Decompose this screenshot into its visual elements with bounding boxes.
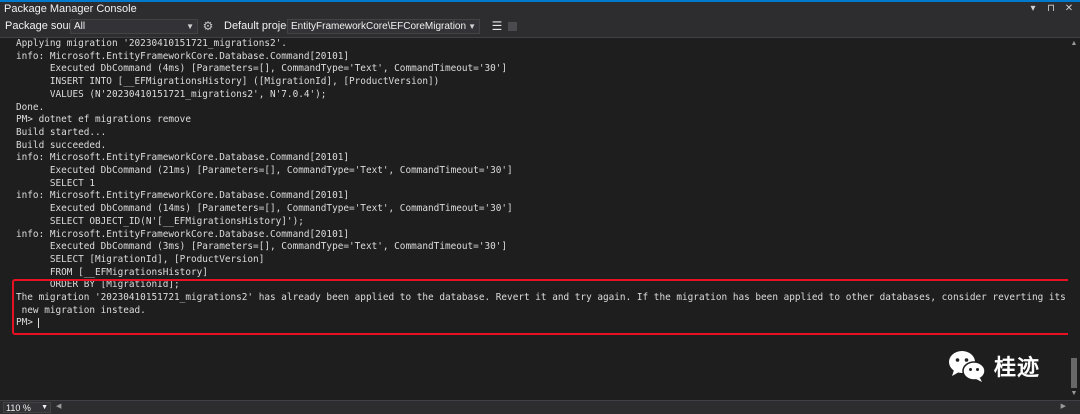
console-line: Build succeeded. [16, 139, 107, 151]
console-line: info: Microsoft.EntityFrameworkCore.Data… [16, 152, 350, 164]
package-manager-console-window: Package Manager Console ▾ ⊓ ✕ Package so… [0, 0, 1080, 414]
wechat-logo-icon [949, 351, 986, 382]
scrollbar-thumb[interactable] [1071, 358, 1077, 388]
prompt-text: PM> [16, 317, 33, 329]
toolbar: Package source: All ▼ ⚙ Default project:… [0, 16, 1080, 38]
gear-icon[interactable]: ⚙ [201, 19, 215, 33]
console-line: Executed DbCommand (21ms) [Parameters=[]… [16, 165, 513, 176]
clear-console-icon[interactable]: ☰ [490, 19, 504, 33]
console-line: PM> dotnet ef migrations remove [16, 114, 191, 126]
console-output[interactable]: Applying migration '20230410151721_migra… [0, 38, 1068, 400]
package-source-select[interactable]: All ▼ [70, 19, 198, 34]
chevron-down-icon: ▼ [186, 22, 194, 31]
console-line: SELECT OBJECT_ID(N'[__EFMigrationsHistor… [16, 215, 304, 227]
package-source-value: All [74, 21, 86, 32]
vertical-scrollbar[interactable]: ▲ ▼ [1068, 38, 1080, 400]
console-line: ORDER BY [MigrationId]; [16, 279, 180, 291]
window-controls: ▾ ⊓ ✕ [1028, 2, 1074, 16]
prompt-line[interactable]: PM> [16, 317, 39, 330]
watermark: 桂迹 [948, 344, 1068, 388]
scroll-down-icon[interactable]: ▼ [1070, 390, 1078, 398]
stop-icon[interactable] [508, 22, 517, 31]
console-line: SELECT 1 [16, 177, 96, 189]
zoom-level: 110 % [6, 403, 31, 413]
console-line: Executed DbCommand (4ms) [Parameters=[],… [16, 63, 508, 75]
console-line: Applying migration '20230410151721_migra… [16, 38, 287, 49]
console-line: VALUES (N'20230410151721_migrations2', N… [16, 88, 327, 100]
console-line: Executed DbCommand (14ms) [Parameters=[]… [16, 203, 513, 215]
console-line: info: Microsoft.EntityFrameworkCore.Data… [16, 190, 350, 202]
close-icon[interactable]: ✕ [1064, 2, 1074, 16]
watermark-text: 桂迹 [994, 356, 1041, 381]
chevron-down-icon: ▼ [41, 404, 48, 411]
title-bar: Package Manager Console ▾ ⊓ ✕ [0, 0, 1080, 16]
scroll-left-icon[interactable]: ◀ [56, 402, 61, 410]
pin-icon[interactable]: ⊓ [1046, 2, 1056, 16]
console-line: FROM [__EFMigrationsHistory] [16, 266, 208, 278]
console-line: Build started... [16, 126, 107, 138]
window-title: Package Manager Console [4, 3, 137, 15]
status-bar: 110 % ▼ ◀ ▶ [0, 400, 1080, 414]
console-line: SELECT [MigrationId], [ProductVersion] [16, 253, 265, 265]
scroll-right-icon[interactable]: ▶ [1061, 402, 1066, 410]
console-line: Done. [16, 101, 45, 113]
console-line: info: Microsoft.EntityFrameworkCore.Data… [16, 50, 350, 62]
window-menu-chevron-icon[interactable]: ▾ [1028, 2, 1038, 16]
error-message-line: new migration instead. [16, 304, 146, 316]
chevron-down-icon: ▼ [468, 22, 476, 31]
text-cursor [37, 317, 39, 328]
default-project-select[interactable]: EntityFrameworkCore\EFCoreMigration ▼ [287, 19, 480, 34]
console-line: info: Microsoft.EntityFrameworkCore.Data… [16, 228, 350, 240]
console-line: Executed DbCommand (3ms) [Parameters=[],… [16, 241, 508, 253]
default-project-value: EntityFrameworkCore\EFCoreMigration [291, 21, 467, 32]
scroll-up-icon[interactable]: ▲ [1070, 40, 1078, 48]
zoom-select[interactable]: 110 % ▼ [3, 402, 51, 413]
console-line: INSERT INTO [__EFMigrationsHistory] ([Mi… [16, 76, 440, 88]
error-message-line: The migration '20230410151721_migrations… [16, 292, 1068, 303]
